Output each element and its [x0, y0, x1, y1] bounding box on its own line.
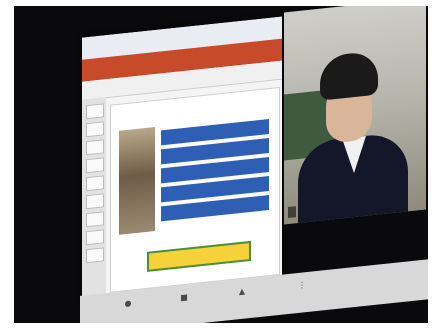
slide-thumbnail-panel	[82, 97, 106, 300]
slide-thumbnail[interactable]	[86, 157, 104, 174]
slide-thumbnail[interactable]	[86, 139, 104, 156]
slide-thumbnail[interactable]	[86, 121, 104, 138]
microphone-icon[interactable]: ●	[120, 296, 136, 312]
slide-thumbnail[interactable]	[86, 229, 104, 246]
frame-right	[428, 0, 440, 329]
participant-name-tag	[288, 206, 296, 219]
current-slide	[110, 86, 280, 293]
presentation-window	[82, 16, 282, 300]
share-icon[interactable]: ▲	[234, 284, 250, 300]
slide-thumbnail[interactable]	[86, 211, 104, 228]
frame-left	[0, 0, 14, 329]
slide-thumbnail[interactable]	[86, 247, 104, 264]
slide-thumbnail[interactable]	[86, 175, 104, 192]
projected-screen: ● ■ ▲ ⋮	[60, 0, 430, 329]
slide-banner	[147, 240, 251, 272]
slide-thumbnail[interactable]	[86, 193, 104, 210]
participant-hair	[320, 50, 378, 101]
frame-top	[0, 0, 440, 6]
meeting-photo: ● ■ ▲ ⋮	[0, 0, 440, 329]
slide-photo	[119, 127, 155, 235]
more-icon[interactable]: ⋮	[294, 278, 310, 294]
camera-icon[interactable]: ■	[176, 290, 192, 306]
participant-video[interactable]	[284, 0, 426, 225]
slide-thumbnail[interactable]	[86, 103, 104, 120]
frame-bottom	[0, 323, 440, 329]
